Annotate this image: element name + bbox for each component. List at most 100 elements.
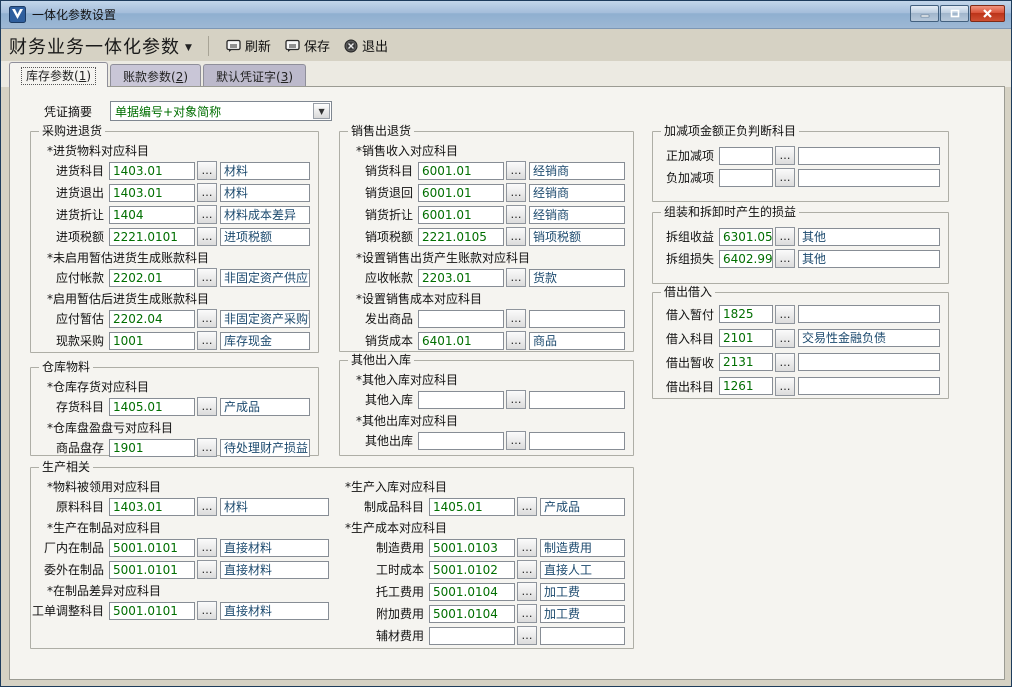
- ellipsis-lookup-button[interactable]: …: [775, 249, 795, 268]
- account-code-field[interactable]: 1403.01: [109, 184, 195, 202]
- account-code-field[interactable]: [418, 432, 504, 450]
- account-code-field[interactable]: 1404: [109, 206, 195, 224]
- account-name-field[interactable]: 加工费: [540, 583, 625, 601]
- account-code-field[interactable]: 1901: [109, 439, 195, 457]
- ellipsis-lookup-button[interactable]: …: [197, 205, 217, 224]
- account-code-field[interactable]: 6301.05: [719, 228, 773, 246]
- account-name-field[interactable]: [798, 169, 940, 187]
- ellipsis-lookup-button[interactable]: …: [197, 397, 217, 416]
- ellipsis-lookup-button[interactable]: …: [506, 331, 526, 350]
- dropdown-caret-icon[interactable]: ▼: [185, 43, 192, 53]
- ellipsis-lookup-button[interactable]: …: [197, 183, 217, 202]
- ellipsis-lookup-button[interactable]: …: [506, 227, 526, 246]
- account-code-field[interactable]: 5001.0104: [429, 583, 515, 601]
- account-code-field[interactable]: [719, 169, 773, 187]
- account-code-field[interactable]: 2131: [719, 353, 773, 371]
- save-button[interactable]: 保存: [278, 32, 337, 59]
- ellipsis-lookup-button[interactable]: …: [506, 431, 526, 450]
- ellipsis-lookup-button[interactable]: …: [197, 601, 217, 620]
- account-name-field[interactable]: 材料: [220, 184, 310, 202]
- account-code-field[interactable]: 6001.01: [418, 162, 504, 180]
- ellipsis-lookup-button[interactable]: …: [506, 268, 526, 287]
- account-name-field[interactable]: [529, 391, 625, 409]
- ellipsis-lookup-button[interactable]: …: [517, 560, 537, 579]
- account-name-field[interactable]: [540, 627, 625, 645]
- account-code-field[interactable]: 6001.01: [418, 206, 504, 224]
- account-name-field[interactable]: 经销商: [529, 184, 625, 202]
- account-code-field[interactable]: 1261: [719, 377, 773, 395]
- account-name-field[interactable]: 产成品: [540, 498, 625, 516]
- account-code-field[interactable]: 5001.0104: [429, 605, 515, 623]
- account-code-field[interactable]: [719, 147, 773, 165]
- account-code-field[interactable]: 1403.01: [109, 498, 195, 516]
- ellipsis-lookup-button[interactable]: …: [506, 390, 526, 409]
- ellipsis-lookup-button[interactable]: …: [506, 205, 526, 224]
- account-name-field[interactable]: 材料: [220, 162, 310, 180]
- ellipsis-lookup-button[interactable]: …: [506, 309, 526, 328]
- account-code-field[interactable]: 5001.0101: [109, 539, 195, 557]
- ellipsis-lookup-button[interactable]: …: [775, 227, 795, 246]
- account-code-field[interactable]: 2202.01: [109, 269, 195, 287]
- account-name-field[interactable]: 非固定资产采购暂估: [220, 310, 310, 328]
- account-name-field[interactable]: 经销商: [529, 162, 625, 180]
- exit-button[interactable]: 退出: [337, 32, 395, 59]
- account-name-field[interactable]: 产成品: [220, 398, 310, 416]
- ellipsis-lookup-button[interactable]: …: [775, 146, 795, 165]
- account-code-field[interactable]: 2202.04: [109, 310, 195, 328]
- combo-dropdown-icon[interactable]: ▼: [313, 103, 330, 119]
- account-name-field[interactable]: 直接材料: [220, 561, 329, 579]
- ellipsis-lookup-button[interactable]: …: [517, 538, 537, 557]
- account-name-field[interactable]: 直接人工: [540, 561, 625, 579]
- account-name-field[interactable]: 交易性金融负债: [798, 329, 940, 347]
- minimize-button[interactable]: [910, 5, 939, 22]
- account-code-field[interactable]: [418, 391, 504, 409]
- ellipsis-lookup-button[interactable]: …: [197, 331, 217, 350]
- account-code-field[interactable]: 1403.01: [109, 162, 195, 180]
- account-name-field[interactable]: [529, 310, 625, 328]
- tab-2[interactable]: 账款参数(2): [110, 64, 201, 87]
- ellipsis-lookup-button[interactable]: …: [517, 604, 537, 623]
- account-code-field[interactable]: 6401.01: [418, 332, 504, 350]
- account-code-field[interactable]: [418, 310, 504, 328]
- account-name-field[interactable]: 待处理财产损益: [220, 439, 310, 457]
- account-code-field[interactable]: 5001.0101: [109, 561, 195, 579]
- ellipsis-lookup-button[interactable]: …: [775, 168, 795, 187]
- account-name-field[interactable]: [798, 147, 940, 165]
- ellipsis-lookup-button[interactable]: …: [517, 626, 537, 645]
- account-code-field[interactable]: 2101: [719, 329, 773, 347]
- account-code-field[interactable]: [429, 627, 515, 645]
- tab-1[interactable]: 库存参数(1): [9, 62, 108, 87]
- account-code-field[interactable]: 2221.0105: [418, 228, 504, 246]
- account-name-field[interactable]: [798, 377, 940, 395]
- account-name-field[interactable]: 制造费用: [540, 539, 625, 557]
- account-code-field[interactable]: 1405.01: [109, 398, 195, 416]
- account-code-field[interactable]: 2203.01: [418, 269, 504, 287]
- ellipsis-lookup-button[interactable]: …: [197, 538, 217, 557]
- ellipsis-lookup-button[interactable]: …: [775, 329, 795, 348]
- ellipsis-lookup-button[interactable]: …: [197, 268, 217, 287]
- account-code-field[interactable]: 5001.0102: [429, 561, 515, 579]
- account-code-field[interactable]: 6001.01: [418, 184, 504, 202]
- ellipsis-lookup-button[interactable]: …: [775, 305, 795, 324]
- refresh-button[interactable]: 刷新: [219, 32, 278, 59]
- ellipsis-lookup-button[interactable]: …: [506, 161, 526, 180]
- voucher-summary-combobox[interactable]: 单据编号+对象简称 ▼: [110, 101, 332, 121]
- close-button[interactable]: [970, 5, 1005, 22]
- tab-3[interactable]: 默认凭证字(3): [203, 64, 306, 87]
- ellipsis-lookup-button[interactable]: …: [197, 161, 217, 180]
- account-name-field[interactable]: [529, 432, 625, 450]
- ellipsis-lookup-button[interactable]: …: [517, 497, 537, 516]
- ellipsis-lookup-button[interactable]: …: [775, 353, 795, 372]
- ellipsis-lookup-button[interactable]: …: [197, 227, 217, 246]
- account-code-field[interactable]: 5001.0103: [429, 539, 515, 557]
- account-name-field[interactable]: 其他: [798, 228, 940, 246]
- ellipsis-lookup-button[interactable]: …: [197, 560, 217, 579]
- account-name-field[interactable]: 直接材料: [220, 602, 329, 620]
- ellipsis-lookup-button[interactable]: …: [517, 582, 537, 601]
- account-name-field[interactable]: 加工费: [540, 605, 625, 623]
- account-name-field[interactable]: 材料成本差异: [220, 206, 310, 224]
- account-name-field[interactable]: 材料: [220, 498, 329, 516]
- account-code-field[interactable]: 1405.01: [429, 498, 515, 516]
- restore-button[interactable]: [940, 5, 969, 22]
- account-name-field[interactable]: [798, 353, 940, 371]
